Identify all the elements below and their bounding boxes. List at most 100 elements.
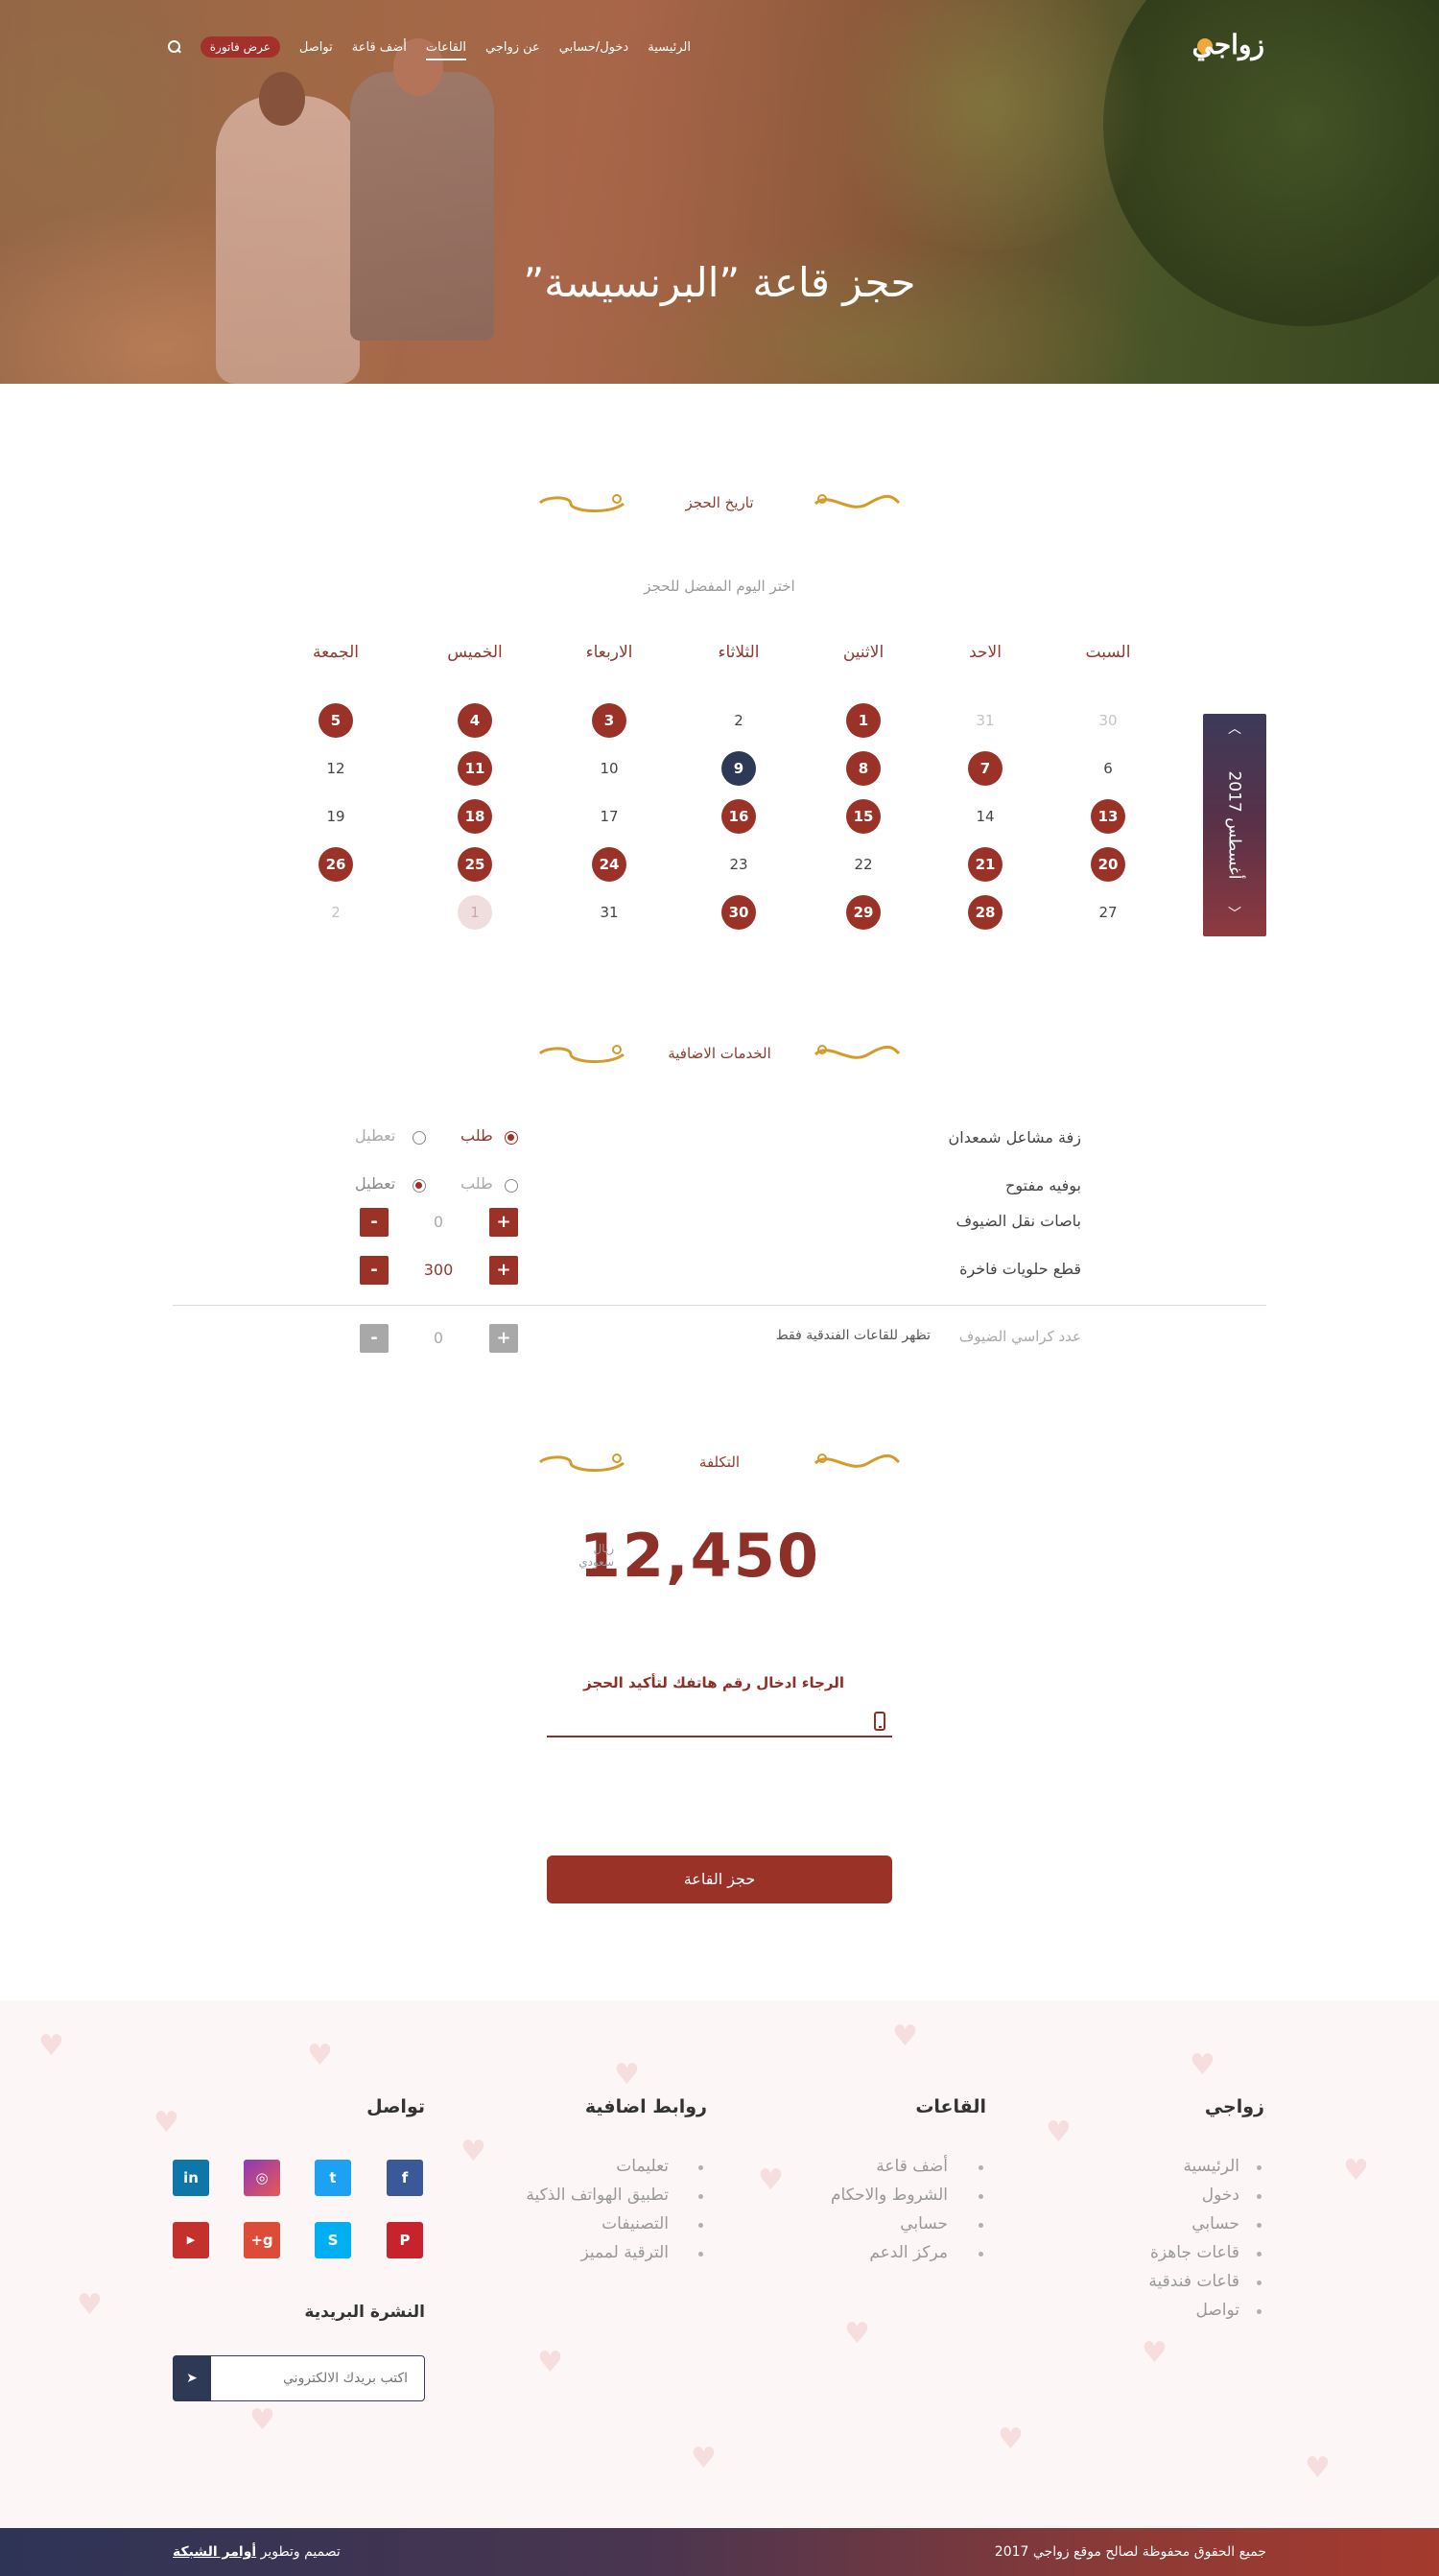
calendar-day[interactable]: 21 xyxy=(968,847,1003,882)
calendar-day[interactable]: 25 xyxy=(458,847,492,882)
total-price: 12,450 xyxy=(578,1521,820,1591)
youtube-icon[interactable]: ▶ xyxy=(173,2222,209,2258)
calendar-day[interactable]: 24 xyxy=(592,847,626,882)
radio-disable-label[interactable]: تعطيل xyxy=(355,1126,395,1145)
nav-contact[interactable]: تواصل xyxy=(299,40,333,55)
calendar-day[interactable]: 15 xyxy=(846,799,881,834)
nav-home[interactable]: الرئيسية xyxy=(648,40,691,55)
calendar-day[interactable]: 7 xyxy=(968,751,1003,786)
decrement-button[interactable]: - xyxy=(360,1256,389,1285)
radio-request-label[interactable]: طلب xyxy=(460,1174,493,1193)
weekday-header: الجمعة xyxy=(312,643,360,662)
calendar-day[interactable]: 3 xyxy=(592,703,626,738)
radio-request[interactable] xyxy=(505,1179,518,1193)
nav-halls[interactable]: القاعات xyxy=(425,40,467,60)
calendar-day[interactable]: 1 xyxy=(458,895,492,930)
pinterest-icon[interactable]: P xyxy=(387,2222,423,2258)
facebook-icon[interactable]: f xyxy=(387,2160,423,2196)
google-plus-icon[interactable]: g+ xyxy=(244,2222,280,2258)
nav-add-hall[interactable]: أضف قاعة xyxy=(352,40,407,55)
instagram-icon[interactable]: ◎ xyxy=(244,2160,280,2196)
footer-link[interactable]: الرئيسية xyxy=(1183,2157,1239,2176)
calendar-day[interactable]: 18 xyxy=(458,799,492,834)
calendar-day[interactable]: 12 xyxy=(318,751,353,786)
calendar-day[interactable]: 10 xyxy=(592,751,626,786)
calendar-day[interactable]: 23 xyxy=(721,847,756,882)
calendar-day[interactable]: 27 xyxy=(1091,895,1125,930)
footer-link[interactable]: تطبيق الهواتف الذكية xyxy=(526,2186,669,2205)
phone-input[interactable] xyxy=(547,1703,892,1737)
radio-disable-label[interactable]: تعطيل xyxy=(355,1174,395,1193)
service-label: باصات نقل الضيوف xyxy=(955,1212,1081,1230)
linkedin-icon[interactable]: in xyxy=(173,2160,209,2196)
invoice-button[interactable]: عرض فاتورة xyxy=(200,36,280,58)
radio-request[interactable] xyxy=(505,1131,518,1145)
calendar-day[interactable]: 30 xyxy=(721,895,756,930)
weekday-header: الاثنين xyxy=(842,643,885,662)
increment-button[interactable]: + xyxy=(489,1324,518,1353)
calendar-day[interactable]: 13 xyxy=(1091,799,1125,834)
calendar-day[interactable]: 11 xyxy=(458,751,492,786)
calendar-day[interactable]: 29 xyxy=(846,895,881,930)
calendar-day[interactable]: 16 xyxy=(721,799,756,834)
skype-icon[interactable]: S xyxy=(315,2222,351,2258)
bullet-icon xyxy=(979,2252,983,2257)
radio-request-label[interactable]: طلب xyxy=(460,1126,493,1145)
service-label: زفة مشاعل شمعدان xyxy=(948,1128,1081,1146)
calendar-day[interactable]: 2 xyxy=(721,703,756,738)
increment-button[interactable]: + xyxy=(489,1256,518,1285)
calendar-day[interactable]: 31 xyxy=(592,895,626,930)
footer: ♥ ♥ ♥ ♥ ♥ ♥ ♥ ♥ ♥ ♥ ♥ ♥ ♥ ♥ ♥ ♥ ♥ ♥ xyxy=(0,2000,1439,2528)
divider xyxy=(173,1305,1266,1306)
send-icon[interactable]: ➤ xyxy=(173,2355,211,2401)
calendar-day[interactable]: 14 xyxy=(968,799,1003,834)
ornament-icon xyxy=(814,1045,901,1059)
footer-link[interactable]: الترقية لمميز xyxy=(580,2243,669,2262)
footer-link[interactable]: حسابي xyxy=(1191,2214,1239,2233)
calendar-day[interactable]: 1 xyxy=(846,703,881,738)
chevron-down-icon[interactable]: ﹀ xyxy=(1225,907,1244,922)
calendar-day[interactable]: 5 xyxy=(318,703,353,738)
site-logo[interactable]: زواجي xyxy=(1192,29,1264,60)
newsletter-title: النشرة البريدية xyxy=(304,2303,425,2322)
calendar-day[interactable]: 26 xyxy=(318,847,353,882)
calendar-day[interactable]: 19 xyxy=(318,799,353,834)
weekday-header: الثلاثاء xyxy=(718,643,760,662)
increment-button[interactable]: + xyxy=(489,1208,518,1237)
stepper-value: 0 xyxy=(433,1213,444,1231)
radio-disable[interactable] xyxy=(413,1131,426,1145)
decrement-button[interactable]: - xyxy=(360,1324,389,1353)
nav-login[interactable]: دخول/حسابي xyxy=(559,40,628,55)
bullet-icon xyxy=(698,2223,703,2228)
chairs-label: عدد كراسي الضيوف xyxy=(958,1328,1081,1345)
footer-link[interactable]: التصنيفات xyxy=(602,2214,669,2233)
calendar-day[interactable]: 28 xyxy=(968,895,1003,930)
calendar-day[interactable]: 22 xyxy=(846,847,881,882)
twitter-icon[interactable]: t xyxy=(315,2160,351,2196)
calendar-day[interactable]: 9 xyxy=(721,751,756,786)
footer-link[interactable]: مركز الدعم xyxy=(869,2243,948,2262)
calendar-day[interactable]: 8 xyxy=(846,751,881,786)
nav-about[interactable]: عن زواجي xyxy=(485,40,540,55)
calendar-day[interactable]: 20 xyxy=(1091,847,1125,882)
phone-label: الرجاء ادخال رقم هاتفك لتأكيد الحجز xyxy=(583,1674,844,1691)
decrement-button[interactable]: - xyxy=(360,1208,389,1237)
calendar-day[interactable]: 6 xyxy=(1091,751,1125,786)
credit-company-link[interactable]: أوامر الشبكة xyxy=(173,2544,256,2560)
footer-link[interactable]: أضف قاعة xyxy=(876,2157,948,2176)
book-hall-button[interactable]: حجز القاعة xyxy=(547,1855,892,1903)
footer-link[interactable]: حسابي xyxy=(900,2214,948,2233)
calendar-day[interactable]: 4 xyxy=(458,703,492,738)
weekday-header: السبت xyxy=(1085,643,1131,662)
footer-link[interactable]: دخول xyxy=(1202,2186,1239,2205)
newsletter-email-input[interactable] xyxy=(213,2355,425,2401)
footer-link[interactable]: قاعات فندقية xyxy=(1148,2272,1239,2291)
radio-disable[interactable] xyxy=(413,1179,426,1193)
search-icon[interactable] xyxy=(166,39,181,55)
section-header-date: تاريخ الحجز xyxy=(537,485,902,520)
footer-link[interactable]: الشروط والاحكام xyxy=(831,2186,948,2205)
footer-link[interactable]: تعليمات xyxy=(616,2157,669,2176)
footer-link[interactable]: تواصل xyxy=(1195,2301,1239,2320)
calendar-day[interactable]: 17 xyxy=(592,799,626,834)
footer-link[interactable]: قاعات جاهزة xyxy=(1150,2243,1239,2262)
